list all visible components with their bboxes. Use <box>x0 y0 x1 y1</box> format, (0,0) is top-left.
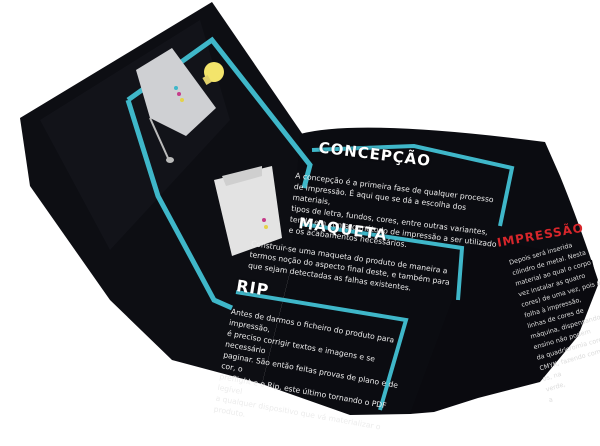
printer-dot-yellow <box>180 98 184 102</box>
printer-dot-cyan <box>174 86 178 90</box>
printer-dot-magenta <box>177 92 181 96</box>
paper-dot-magenta <box>262 218 266 222</box>
paper-dot-yellow <box>264 225 268 229</box>
pen-tip <box>166 157 174 163</box>
